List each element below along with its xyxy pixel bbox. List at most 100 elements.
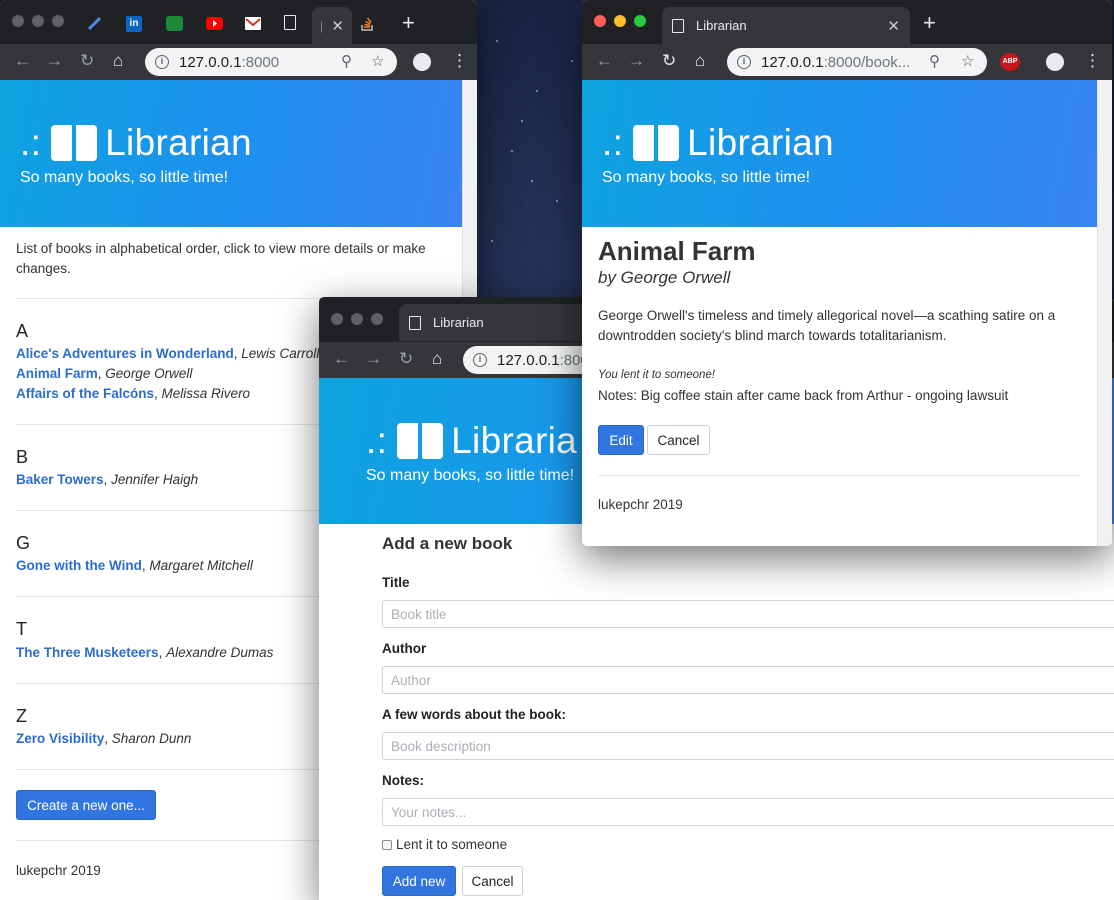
close-window-button[interactable] — [594, 15, 606, 27]
browser-toolbar: ← → ↻ ⌂ i 127.0.0.1:8000/book... ⚲ ☆ ABP… — [582, 44, 1112, 80]
reload-icon[interactable]: ↻ — [399, 349, 413, 369]
lent-status: You lent it to someone! — [598, 369, 715, 381]
tab-separator: | — [320, 18, 324, 33]
notes-input[interactable]: Your notes... — [382, 798, 1114, 826]
menu-kebab-icon[interactable]: ⋮ — [451, 51, 468, 71]
brand-name: Libraria — [451, 420, 577, 461]
lent-checkbox-row: Lent it to someone — [382, 837, 507, 852]
active-tab[interactable]: | ✕ — [312, 7, 352, 44]
tab-bar: Librarian ✕ + — [582, 0, 1112, 44]
book-icon — [633, 125, 680, 161]
list-item: Gone with the Wind, Margaret Mitchell — [16, 558, 253, 573]
close-window-button[interactable] — [12, 15, 24, 27]
book-link[interactable]: Animal Farm — [16, 366, 98, 381]
info-icon[interactable]: i — [737, 55, 751, 69]
book-author: Melissa Rivero — [161, 386, 251, 401]
star — [521, 120, 523, 122]
form-heading: Add a new book — [382, 534, 513, 553]
hero-header: .: Librarian So many books, so little ti… — [582, 80, 1097, 227]
book-link[interactable]: Alice's Adventures in Wonderland — [16, 346, 234, 361]
bookmark-star-icon[interactable]: ☆ — [371, 52, 384, 70]
scrollbar[interactable] — [1097, 80, 1112, 546]
zoom-icon[interactable]: ⚲ — [929, 52, 940, 70]
tagline: So many books, so little time! — [366, 467, 575, 484]
lent-checkbox[interactable] — [382, 839, 392, 850]
author-input[interactable]: Author — [382, 666, 1114, 694]
tagline: So many books, so little time! — [602, 169, 811, 186]
tab-pinned-tool[interactable] — [84, 12, 106, 34]
profile-icon[interactable] — [1046, 53, 1064, 71]
forward-arrow-icon[interactable]: → — [46, 51, 63, 71]
description-input[interactable]: Book description — [382, 732, 1114, 760]
minimize-window-button[interactable] — [351, 313, 363, 325]
info-icon[interactable]: i — [155, 55, 169, 69]
new-tab-button[interactable]: + — [923, 10, 936, 36]
back-arrow-icon[interactable]: ← — [333, 349, 350, 369]
home-icon[interactable]: ⌂ — [113, 51, 123, 71]
document-icon — [672, 18, 684, 33]
reload-icon[interactable]: ↻ — [662, 51, 676, 71]
back-arrow-icon[interactable]: ← — [14, 51, 31, 71]
brand-name: Librarian — [105, 122, 252, 163]
tab-title: Librarian — [696, 18, 747, 33]
list-item: Affairs of the Falcóns, Melissa Rivero — [16, 386, 251, 401]
adblock-icon[interactable]: ABP — [1000, 53, 1020, 71]
menu-kebab-icon[interactable]: ⋮ — [1084, 51, 1101, 71]
tab-close-icon[interactable]: ✕ — [331, 17, 344, 35]
linkedin-icon[interactable]: in — [126, 16, 142, 32]
url-host: 127.0.0.1 — [179, 53, 242, 71]
gmail-icon[interactable] — [245, 17, 261, 30]
minimize-window-button[interactable] — [614, 15, 626, 27]
book-link[interactable]: The Three Musketeers — [16, 645, 159, 660]
bookmark-star-icon[interactable]: ☆ — [961, 52, 974, 70]
star — [556, 200, 558, 202]
address-bar[interactable]: i 127.0.0.1:8000 ⚲ ☆ — [145, 48, 397, 76]
url-host: 127.0.0.1 — [761, 53, 824, 71]
forward-arrow-icon[interactable]: → — [365, 349, 382, 369]
title-label: Title — [382, 575, 410, 590]
add-new-button[interactable]: Add new — [382, 866, 456, 896]
edit-button[interactable]: Edit — [598, 425, 644, 455]
star — [496, 40, 498, 42]
minimize-window-button[interactable] — [32, 15, 44, 27]
star — [511, 150, 513, 152]
document-tab-icon[interactable] — [284, 15, 296, 30]
reload-icon[interactable]: ↻ — [80, 51, 94, 71]
description-label: A few words about the book: — [382, 707, 566, 722]
tab-close-icon[interactable]: ✕ — [887, 17, 900, 35]
maximize-window-button[interactable] — [52, 15, 64, 27]
active-tab[interactable]: Librarian ✕ — [662, 7, 910, 44]
site-brand[interactable]: .: Librarian — [20, 122, 252, 164]
book-link[interactable]: Baker Towers — [16, 472, 104, 487]
create-book-button[interactable]: Create a new one... — [16, 790, 156, 820]
forward-arrow-icon[interactable]: → — [628, 51, 645, 71]
site-brand[interactable]: .: Librarian — [602, 122, 834, 164]
home-icon[interactable]: ⌂ — [432, 349, 442, 369]
info-icon[interactable]: i — [473, 353, 487, 367]
list-item: Animal Farm, George Orwell — [16, 366, 193, 381]
youtube-icon[interactable] — [206, 17, 223, 30]
footer: lukepchr 2019 — [598, 497, 683, 512]
maximize-window-button[interactable] — [371, 313, 383, 325]
maximize-window-button[interactable] — [634, 15, 646, 27]
book-link[interactable]: Affairs of the Falcóns — [16, 386, 154, 401]
pencil-icon — [87, 16, 102, 31]
stackoverflow-icon[interactable] — [360, 15, 374, 31]
cancel-button[interactable]: Cancel — [647, 425, 710, 455]
book-link[interactable]: Gone with the Wind — [16, 558, 142, 573]
site-brand[interactable]: .: Libraria — [366, 420, 577, 462]
profile-icon[interactable] — [413, 53, 431, 71]
back-arrow-icon[interactable]: ← — [596, 51, 613, 71]
title-input[interactable]: Book title — [382, 600, 1114, 628]
close-window-button[interactable] — [331, 313, 343, 325]
zoom-icon[interactable]: ⚲ — [341, 52, 352, 70]
home-icon[interactable]: ⌂ — [695, 51, 705, 71]
book-link[interactable]: Zero Visibility — [16, 731, 104, 746]
new-tab-button[interactable]: + — [402, 10, 415, 36]
android-tab-icon[interactable] — [166, 16, 183, 31]
section-letter-z: Z — [16, 706, 27, 726]
list-item: Zero Visibility, Sharon Dunn — [16, 731, 192, 746]
address-bar[interactable]: i 127.0.0.1:8000/book... ⚲ ☆ — [727, 48, 987, 76]
cancel-button[interactable]: Cancel — [462, 866, 523, 896]
book-icon — [397, 423, 444, 459]
